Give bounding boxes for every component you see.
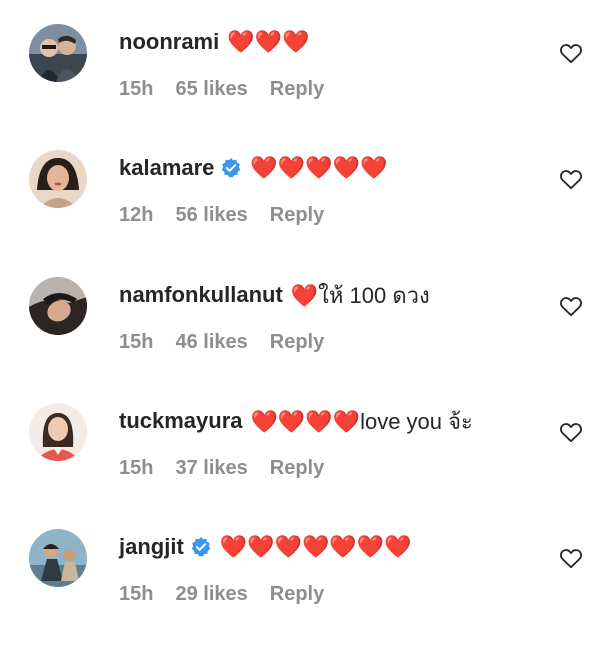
comment-likes[interactable]: 65 likes xyxy=(175,78,247,101)
verified-badge-icon xyxy=(220,157,242,179)
comment-item: jangjit ❤️❤️❤️❤️❤️❤️❤️ 15h 29 likes Repl… xyxy=(0,529,600,655)
reply-button[interactable]: Reply xyxy=(270,457,324,480)
comment-likes[interactable]: 37 likes xyxy=(175,457,247,480)
comment-meta: 12h 56 likes Reply xyxy=(119,204,324,227)
comment-time: 12h xyxy=(119,204,154,226)
comment-meta: 15h 46 likes Reply xyxy=(119,331,324,354)
comment-username[interactable]: kalamare xyxy=(119,155,214,181)
comment-likes[interactable]: 29 likes xyxy=(175,583,247,606)
like-heart-icon[interactable] xyxy=(559,420,583,444)
comment-text: ❤️❤️❤️❤️❤️ xyxy=(250,155,388,180)
avatar[interactable] xyxy=(29,150,87,208)
comment-line: kalamare ❤️❤️❤️❤️❤️ xyxy=(119,150,387,186)
comment-line: namfonkullanut ❤️ให้ 100 ดวง xyxy=(119,277,430,313)
comment-time: 15h xyxy=(119,583,154,605)
verified-badge-icon xyxy=(190,536,212,558)
comment-username[interactable]: namfonkullanut xyxy=(119,282,283,308)
comment-line: noonrami ❤️❤️❤️ xyxy=(119,24,309,60)
comment-line: jangjit ❤️❤️❤️❤️❤️❤️❤️ xyxy=(119,529,412,565)
comment-username[interactable]: noonrami xyxy=(119,29,219,55)
comment-text: ❤️❤️❤️ xyxy=(227,29,310,54)
comment-likes[interactable]: 46 likes xyxy=(175,331,247,354)
comment-username[interactable]: tuckmayura xyxy=(119,408,243,434)
comment-text: ❤️❤️❤️❤️love you จ้ะ xyxy=(250,408,473,434)
comment-likes[interactable]: 56 likes xyxy=(175,204,247,227)
avatar[interactable] xyxy=(29,529,87,587)
reply-button[interactable]: Reply xyxy=(270,331,324,354)
avatar[interactable] xyxy=(29,277,87,335)
comment-meta: 15h 37 likes Reply xyxy=(119,457,324,480)
like-heart-icon[interactable] xyxy=(559,41,583,65)
like-heart-icon[interactable] xyxy=(559,167,583,191)
comment-meta: 15h 29 likes Reply xyxy=(119,583,324,606)
comment-text: ❤️ให้ 100 ดวง xyxy=(290,282,430,308)
like-heart-icon[interactable] xyxy=(559,294,583,318)
comment-item: namfonkullanut ❤️ให้ 100 ดวง 15h 46 like… xyxy=(0,277,600,403)
comment-username[interactable]: jangjit xyxy=(119,534,184,560)
comment-text: ❤️❤️❤️❤️❤️❤️❤️ xyxy=(219,534,412,559)
comment-line: tuckmayura ❤️❤️❤️❤️love you จ้ะ xyxy=(119,403,473,439)
comment-item: tuckmayura ❤️❤️❤️❤️love you จ้ะ 15h 37 l… xyxy=(0,403,600,529)
comment-time: 15h xyxy=(119,78,154,100)
comment-item: kalamare ❤️❤️❤️❤️❤️ 12h 56 likes Reply xyxy=(0,150,600,276)
comment-time: 15h xyxy=(119,331,154,353)
like-heart-icon[interactable] xyxy=(559,546,583,570)
comment-meta: 15h 65 likes Reply xyxy=(119,78,324,101)
avatar[interactable] xyxy=(29,403,87,461)
comment-item: noonrami ❤️❤️❤️ 15h 65 likes Reply xyxy=(0,24,600,150)
avatar[interactable] xyxy=(29,24,87,82)
reply-button[interactable]: Reply xyxy=(270,78,324,101)
reply-button[interactable]: Reply xyxy=(270,204,324,227)
reply-button[interactable]: Reply xyxy=(270,583,324,606)
comment-time: 15h xyxy=(119,457,154,479)
